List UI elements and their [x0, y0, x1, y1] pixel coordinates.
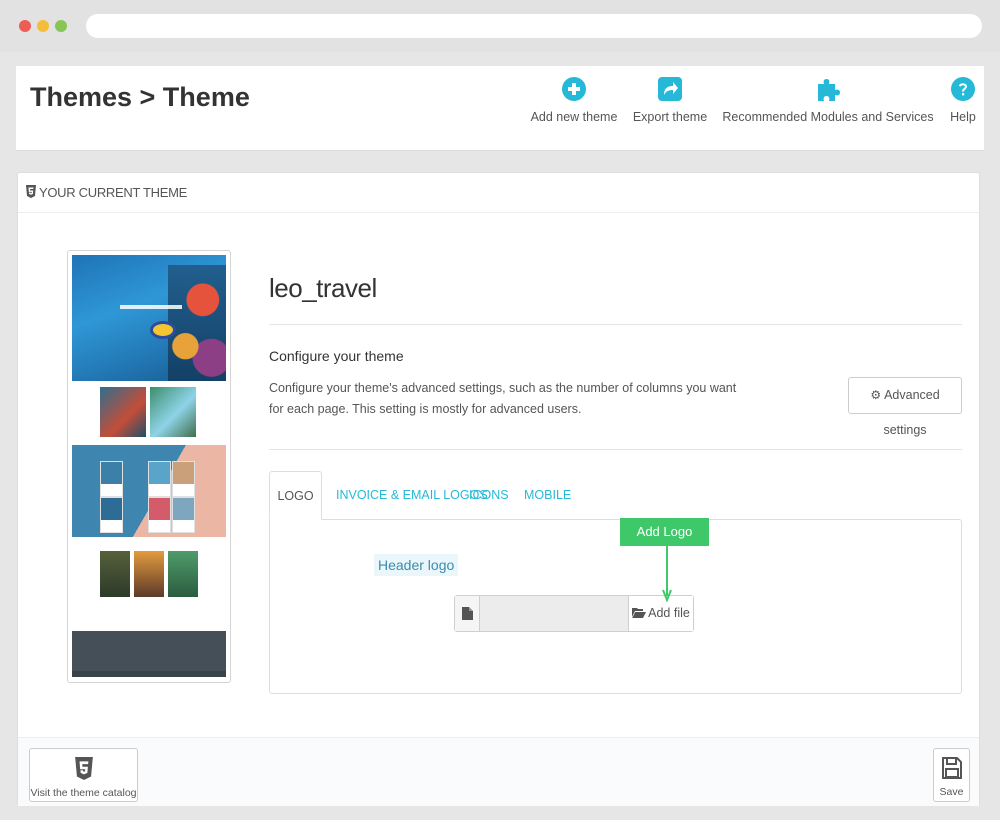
advanced-settings-label: Advanced settings	[883, 388, 940, 437]
logo-file-upload: Add file	[454, 595, 694, 632]
export-theme-label: Export theme	[632, 110, 708, 124]
current-theme-panel: YOUR CURRENT THEME leo_travel Configure …	[17, 172, 980, 806]
file-icon	[462, 607, 473, 620]
visit-theme-catalog-label: Visit the theme catalog	[30, 787, 137, 799]
panel-footer: Visit the theme catalog Save	[18, 737, 979, 806]
help-button[interactable]: Help	[946, 76, 980, 126]
divider	[269, 324, 962, 325]
theme-name: leo_travel	[269, 273, 377, 303]
gear-icon: ⚙	[870, 388, 882, 402]
recommended-modules-button[interactable]: Recommended Modules and Services	[722, 76, 934, 126]
logo-file-input[interactable]	[480, 596, 628, 631]
add-new-theme-button[interactable]: Add new theme	[528, 76, 620, 126]
logo-tab-content: Add Logo Header logo Add file	[269, 518, 962, 694]
floppy-disk-icon	[941, 757, 962, 779]
tab-invoice-email-logos[interactable]: INVOICE & EMAIL LOGOS	[336, 471, 488, 520]
panel-heading: YOUR CURRENT THEME	[18, 173, 979, 213]
add-file-button[interactable]: Add file	[628, 596, 693, 631]
window-close-dot[interactable]	[19, 20, 31, 32]
add-logo-annotation: Add Logo	[620, 518, 709, 546]
logo-tabs: LOGO INVOICE & EMAIL LOGOS ICONS MOBILE	[269, 471, 962, 520]
save-button[interactable]: Save	[933, 748, 970, 802]
tab-icons[interactable]: ICONS	[469, 471, 509, 520]
address-bar[interactable]	[86, 14, 982, 38]
add-file-label: Add file	[648, 606, 690, 620]
add-new-theme-label: Add new theme	[530, 110, 618, 124]
help-label: Help	[950, 110, 976, 124]
annotation-arrow-icon	[662, 546, 672, 602]
header-logo-label: Header logo	[374, 554, 459, 576]
visit-theme-catalog-button[interactable]: Visit the theme catalog	[29, 748, 138, 802]
configure-title: Configure your theme	[269, 348, 404, 364]
export-theme-button[interactable]: Export theme	[630, 76, 710, 126]
preview-hero	[72, 255, 226, 381]
page-header: Themes > Theme Add new theme Export them…	[16, 66, 984, 151]
save-label: Save	[939, 786, 964, 798]
html5-icon	[26, 185, 36, 198]
tab-logo[interactable]: LOGO	[269, 471, 322, 520]
html5-icon	[74, 757, 93, 780]
window-maximize-dot[interactable]	[55, 20, 67, 32]
recommended-modules-label: Recommended Modules and Services	[722, 110, 934, 124]
browser-chrome	[0, 0, 1000, 52]
configure-description: Configure your theme's advanced settings…	[269, 381, 737, 416]
file-icon-addon	[455, 596, 480, 631]
divider	[269, 449, 962, 450]
advanced-settings-button[interactable]: ⚙ Advanced settings	[848, 377, 962, 437]
window-minimize-dot[interactable]	[37, 20, 49, 32]
theme-preview-image	[67, 250, 231, 683]
tab-mobile[interactable]: MOBILE	[524, 471, 571, 520]
folder-open-icon	[632, 608, 647, 618]
share-arrow-icon	[658, 77, 682, 101]
panel-heading-text: YOUR CURRENT THEME	[39, 185, 187, 200]
puzzle-piece-icon	[818, 79, 840, 101]
page-title: Themes > Theme	[30, 82, 250, 112]
plus-circle-icon	[562, 77, 586, 101]
question-circle-icon	[951, 77, 975, 101]
